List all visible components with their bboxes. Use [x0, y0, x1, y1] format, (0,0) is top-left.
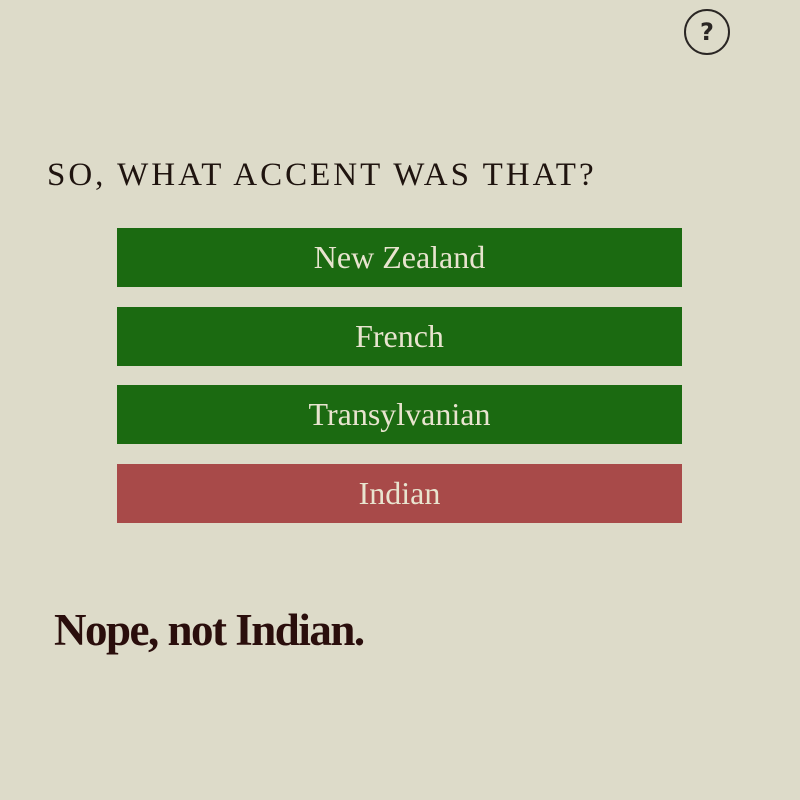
- answer-list: New Zealand French Transylvanian Indian: [117, 228, 682, 542]
- answer-button-indian[interactable]: Indian: [117, 463, 682, 523]
- answer-button-transylvanian[interactable]: Transylvanian: [117, 385, 682, 444]
- question-mark-icon: ?: [700, 18, 714, 46]
- question-heading: SO, WHAT ACCENT WAS THAT?: [47, 157, 597, 193]
- feedback-message: Nope, not Indian.: [54, 605, 365, 655]
- answer-button-french[interactable]: French: [117, 306, 682, 366]
- answer-button-new-zealand[interactable]: New Zealand: [117, 228, 682, 287]
- help-button[interactable]: ?: [684, 9, 730, 55]
